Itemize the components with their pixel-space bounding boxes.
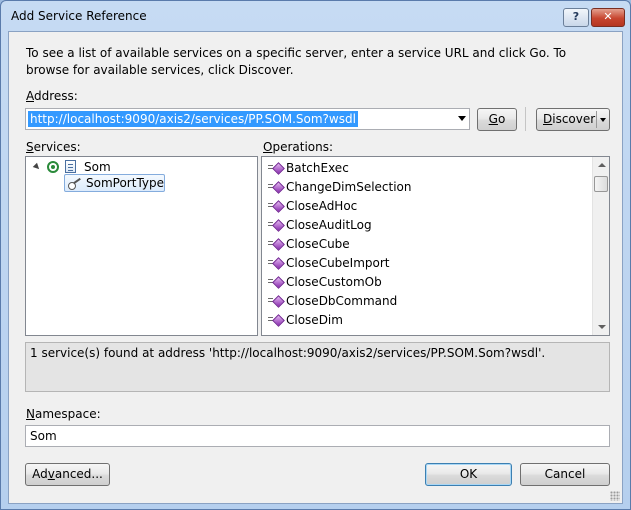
method-icon: [268, 219, 283, 231]
service-icon: [47, 161, 59, 173]
ok-button[interactable]: OK: [425, 463, 512, 486]
services-tree[interactable]: Som SomPortType: [25, 156, 258, 336]
scroll-down-icon[interactable]: [598, 325, 606, 329]
list-item[interactable]: CloseAdHoc: [268, 197, 357, 216]
method-icon: [268, 162, 283, 174]
list-item[interactable]: CloseCustomOb: [268, 273, 382, 292]
method-icon: [268, 276, 283, 288]
operations-label: Operations:: [263, 140, 334, 154]
list-item[interactable]: CloseDim: [268, 311, 343, 330]
status-message: 1 service(s) found at address 'http://lo…: [25, 342, 610, 392]
resize-grip-icon[interactable]: [610, 491, 620, 501]
list-item[interactable]: ChangeDimSelection: [268, 178, 412, 197]
help-button[interactable]: ?: [563, 8, 589, 27]
discover-label[interactable]: Discover: [543, 109, 595, 130]
list-item[interactable]: BatchExec: [268, 159, 349, 178]
cancel-button[interactable]: Cancel: [520, 463, 610, 486]
namespace-label: Namespace:: [26, 407, 101, 421]
method-icon: [268, 238, 283, 250]
advanced-button[interactable]: Advanced...: [25, 463, 110, 486]
dropdown-arrow-icon[interactable]: [458, 116, 466, 121]
address-input[interactable]: http://localhost:9090/axis2/services/PP.…: [28, 111, 358, 127]
scroll-thumb[interactable]: [594, 176, 608, 192]
address-label: Address:: [26, 89, 78, 103]
list-item[interactable]: CloseCubeImport: [268, 254, 390, 273]
list-item[interactable]: CloseDbCommand: [268, 292, 397, 311]
discover-split-button[interactable]: Discover: [536, 108, 610, 131]
title-bar[interactable]: Add Service Reference ? ✕: [1, 1, 630, 31]
namespace-input[interactable]: Som: [25, 425, 610, 447]
address-combobox[interactable]: http://localhost:9090/axis2/services/PP.…: [25, 108, 470, 130]
instructions-text: To see a list of available services on a…: [26, 46, 567, 77]
port-type-icon: [68, 178, 82, 190]
dialog-window: Add Service Reference ? ✕ To see a list …: [0, 0, 631, 510]
window-title: Add Service Reference: [11, 9, 147, 23]
tree-node-label: SomPortType: [86, 176, 164, 190]
expand-collapse-icon[interactable]: [32, 162, 42, 172]
chevron-down-icon[interactable]: [600, 118, 606, 122]
list-item[interactable]: CloseCube: [268, 235, 350, 254]
operations-list[interactable]: BatchExec ChangeDimSelection CloseAdHoc …: [261, 156, 610, 336]
method-icon: [268, 200, 283, 212]
split-divider: [596, 111, 597, 128]
list-item[interactable]: CloseAuditLog: [268, 216, 372, 235]
scroll-up-icon[interactable]: [598, 163, 606, 167]
method-icon: [268, 314, 283, 326]
dialog-client-area: To see a list of available services on a…: [8, 31, 623, 504]
toolbar-separator: [525, 107, 526, 131]
method-icon: [268, 295, 283, 307]
go-button[interactable]: Go: [477, 108, 517, 131]
wsdl-document-icon: [65, 160, 76, 173]
services-label: Services:: [26, 140, 81, 154]
close-button[interactable]: ✕: [591, 8, 625, 27]
tree-node-port-type[interactable]: SomPortType: [64, 174, 165, 192]
vertical-scrollbar[interactable]: [592, 157, 609, 335]
method-icon: [268, 181, 283, 193]
method-icon: [268, 257, 283, 269]
